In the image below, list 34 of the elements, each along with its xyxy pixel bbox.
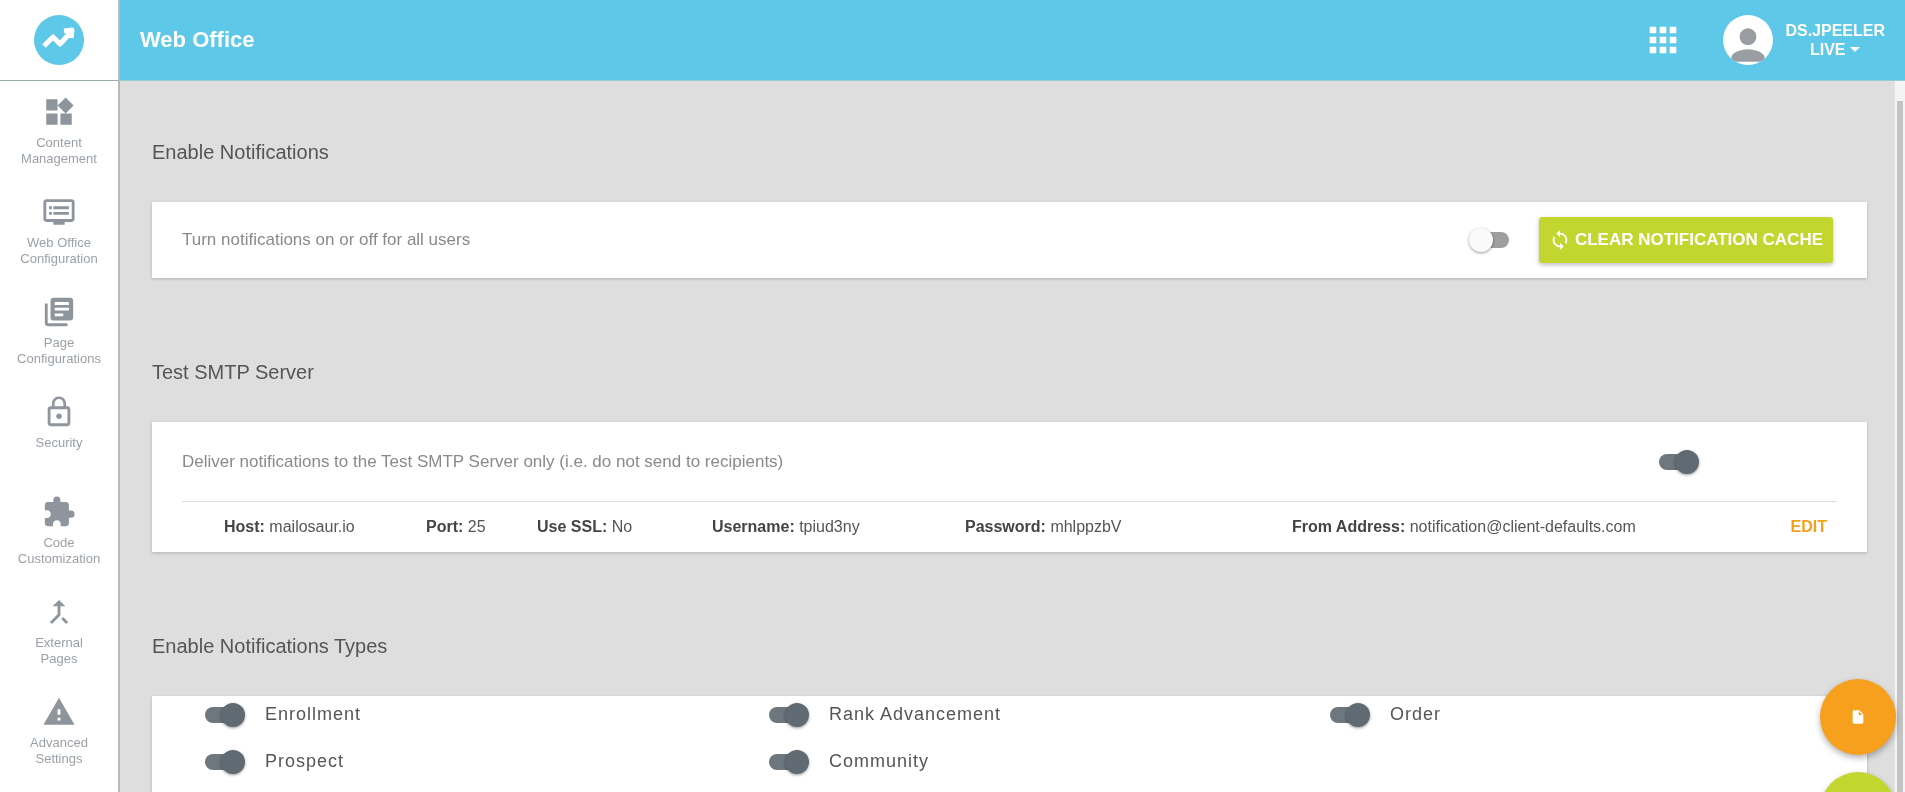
document-stack-icon: [42, 295, 76, 329]
setting-description: Deliver notifications to the Test SMTP Server only (i.e. do not send to recipients): [182, 451, 785, 472]
user-menu[interactable]: DS.JPEELER LIVE: [1785, 21, 1885, 59]
section-title: Test SMTP Server: [152, 360, 315, 385]
logo-icon: [34, 15, 84, 65]
smtp-setting: From Address: notification@client-defaults.com: [1292, 518, 1637, 536]
notification-type-label: Community: [829, 751, 930, 772]
avatar-icon[interactable]: [1723, 15, 1774, 65]
section-title: Enable Notifications: [152, 140, 330, 165]
smtp-setting: Host: mailosaur.io: [224, 518, 356, 536]
notification-type-label: Order: [1390, 704, 1441, 725]
notification-type-label: Prospect: [265, 751, 345, 772]
sidebar-item[interactable]: Page Configurations: [0, 281, 118, 381]
sidebar-item[interactable]: External Pages: [0, 581, 118, 681]
section-title: Enable Notifications Types: [152, 634, 389, 659]
sidebar-item[interactable]: Content Management: [0, 81, 118, 181]
edit-link[interactable]: EDIT: [1790, 518, 1827, 536]
clear-cache-button[interactable]: CLEAR NOTIFICATION CACHE: [1538, 217, 1833, 263]
notification-type-label: Enrollment: [265, 704, 362, 725]
sidebar-item[interactable]: Security: [0, 381, 118, 481]
sidebar-item[interactable]: Code Customization: [0, 481, 118, 581]
scrollbar[interactable]: [1894, 81, 1905, 792]
sidebar-item[interactable]: Advanced Settings: [0, 681, 118, 781]
document-icon: [1850, 709, 1866, 725]
setting-description: Turn notifications on or off for all users: [182, 230, 472, 250]
smtp-setting: Username: tpiud3ny: [712, 518, 861, 536]
caret-icon: [1850, 47, 1861, 52]
app-title: Web Office: [140, 27, 256, 53]
puzzle-icon: [42, 495, 76, 529]
smtp-setting: Port: 25: [426, 518, 487, 536]
smtp-setting: Password: mhlppzbV: [965, 518, 1123, 536]
smtp-setting: Use SSL: No: [537, 518, 634, 536]
notification-type-label: Rank Advancement: [829, 704, 1002, 725]
sidebar-item[interactable]: Web Office Configuration: [0, 181, 118, 281]
